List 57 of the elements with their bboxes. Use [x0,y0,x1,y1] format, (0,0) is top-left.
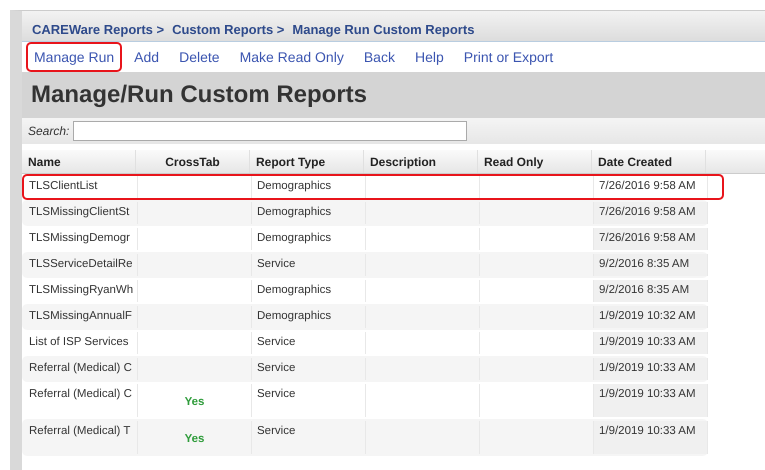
report-type-cell: Demographics [252,228,366,250]
name-cell: Referral (Medical) T [24,421,138,454]
date-created-cell: 9/2/2016 8:35 AM [594,280,708,302]
table-row[interactable]: TLSMissingAnnualF Demographics 1/9/2019 10:32 AM [22,304,708,330]
report-type-cell: Service [252,421,366,454]
report-type-cell: Demographics [252,280,366,302]
table-row[interactable]: TLSClientList Demographics 7/26/2016 9:58 AM [22,174,724,200]
date-created-cell: 1/9/2019 10:33 AM [594,358,708,380]
table-row[interactable]: TLSServiceDetailRe Service 9/2/2016 8:35 AM [22,252,708,278]
toolbar-link[interactable]: Add [126,42,168,72]
report-type-cell: Demographics [252,306,366,328]
table-row[interactable]: Referral (Medical) C Service 1/9/2019 10:33 AM [22,356,708,382]
date-created-cell: 1/9/2019 10:33 AM [594,332,708,354]
page-title: Manage/Run Custom Reports [31,81,368,109]
column-header[interactable]: Date Created [592,150,706,173]
name-cell: TLSMissingRyanWh [24,280,138,302]
table-row[interactable]: Referral (Medical) T Yes Service 1/9/2019 10:33 AM [22,419,708,456]
toolbar-link[interactable]: Print or Export [456,42,562,72]
column-header[interactable]: Read Only [478,150,592,173]
toolbar-link[interactable]: Delete [171,42,228,72]
name-cell: TLSMissingAnnualF [24,306,138,328]
search-field[interactable] [73,121,468,141]
column-header[interactable]: Report Type [250,150,364,173]
date-created-cell: 7/26/2016 9:58 AM [594,176,708,198]
name-cell: TLSMissingDemogr [24,228,138,250]
date-created-cell: 1/9/2019 10:33 AM [594,384,708,417]
report-type-cell: Service [252,254,366,276]
toolbar-link[interactable]: Manage Run [26,42,122,72]
toolbar-link[interactable]: Back [356,42,403,72]
report-type-cell: Service [252,332,366,354]
breadcrumb-link[interactable]: Custom Reports > [172,22,284,37]
column-header[interactable]: Name [22,150,136,173]
date-created-cell: 7/26/2016 9:58 AM [594,228,708,250]
crosstab-cell: Yes [138,384,252,417]
date-created-cell: 7/26/2016 9:58 AM [594,202,708,224]
date-created-cell: 1/9/2019 10:33 AM [594,421,708,454]
crosstab-cell: Yes [138,421,252,454]
name-cell: Referral (Medical) C [24,384,138,417]
report-type-cell: Service [252,384,366,417]
report-type-cell: Service [252,358,366,380]
toolbar-link[interactable]: Help [406,42,452,72]
column-header[interactable]: Description [364,150,478,173]
breadcrumb-link[interactable]: Manage Run Custom Reports [292,22,474,37]
name-cell: TLSServiceDetailRe [24,254,138,276]
report-type-cell: Demographics [252,176,366,198]
name-cell: List of ISP Services [24,332,138,354]
column-header[interactable]: CrossTab [136,150,250,173]
name-cell: TLSClientList [24,176,138,198]
table-row[interactable]: TLSMissingClientSt Demographics 7/26/2016 9:58 AM [22,200,708,226]
date-created-cell: 9/2/2016 8:35 AM [594,254,708,276]
date-created-cell: 1/9/2019 10:32 AM [594,306,708,328]
name-cell: TLSMissingClientSt [24,202,138,224]
name-cell: Referral (Medical) C [24,358,138,380]
report-type-cell: Demographics [252,202,366,224]
search-label: Search: [28,124,70,138]
toolbar-link[interactable]: Make Read Only [232,42,352,72]
breadcrumb-link[interactable]: CAREWare Reports > [32,22,164,37]
